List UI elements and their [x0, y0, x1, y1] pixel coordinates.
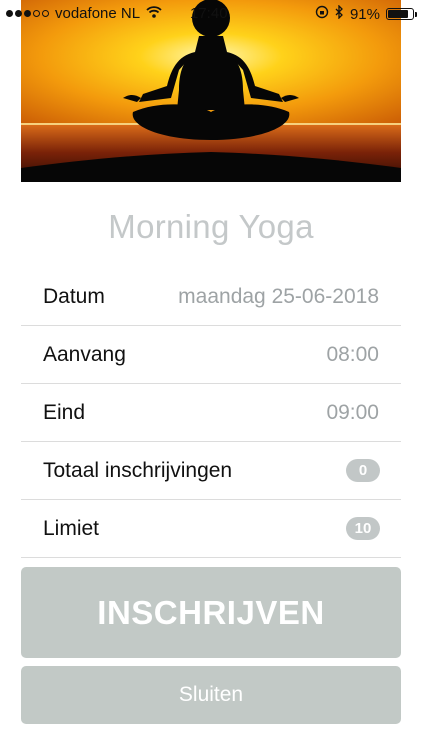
clock-time: 17:40	[190, 5, 228, 22]
rotation-lock-icon	[315, 5, 329, 23]
event-title: Morning Yoga	[108, 208, 314, 245]
total-registrations-label: Totaal inschrijvingen	[43, 458, 233, 482]
date-label: Datum	[43, 284, 105, 308]
event-details-list: Datum maandag 25-06-2018 Aanvang 08:00 E…	[21, 268, 401, 558]
carrier-name: vodafone NL	[55, 5, 141, 22]
limit-label: Limiet	[43, 516, 100, 540]
limit-badge: 10	[346, 517, 380, 540]
battery-percentage: 91%	[349, 5, 380, 23]
signal-strength-icon	[6, 10, 49, 17]
total-registrations-badge: 0	[346, 459, 380, 482]
battery-icon	[386, 8, 417, 20]
detail-row-date: Datum maandag 25-06-2018	[21, 268, 401, 326]
end-label: Eind	[43, 400, 86, 424]
detail-row-total-registrations: Totaal inschrijvingen 0	[21, 442, 401, 500]
close-button[interactable]: Sluiten	[21, 666, 401, 724]
status-bar: vodafone NL 17:40 91%	[0, 0, 422, 28]
register-button[interactable]: INSCHRIJVEN	[21, 567, 401, 658]
date-value: maandag 25-06-2018	[178, 284, 379, 308]
start-value: 08:00	[326, 342, 379, 366]
detail-row-limit: Limiet 10	[21, 500, 401, 558]
detail-row-start: Aanvang 08:00	[21, 326, 401, 384]
bluetooth-icon	[335, 4, 344, 23]
wifi-icon	[146, 5, 162, 22]
start-label: Aanvang	[43, 342, 126, 366]
end-value: 09:00	[326, 400, 379, 424]
detail-row-end: Eind 09:00	[21, 384, 401, 442]
